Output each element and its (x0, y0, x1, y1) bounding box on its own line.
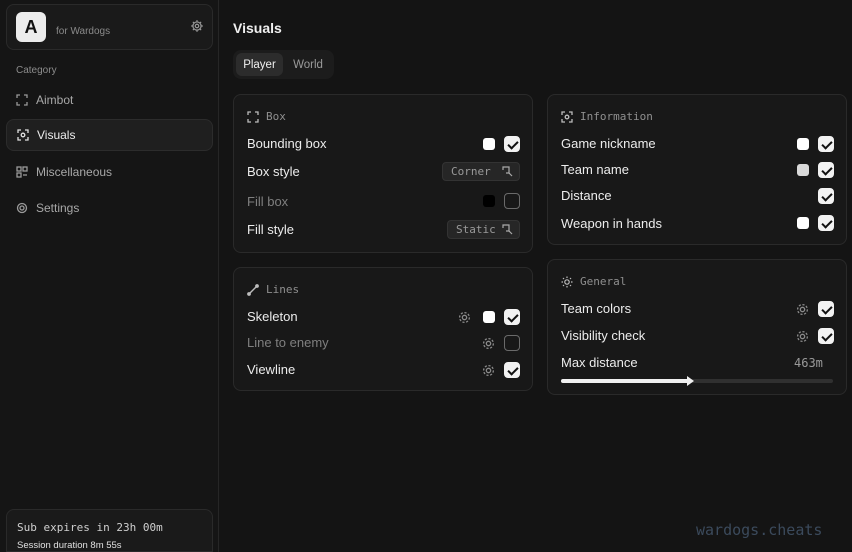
sidebar-item-visuals[interactable]: Visuals (6, 119, 213, 151)
visibility-check-label: Visibility check (561, 328, 646, 343)
gear-icon (16, 202, 28, 214)
select-value: Static (456, 223, 496, 236)
app-logo: A (16, 12, 46, 42)
color-swatch[interactable] (483, 311, 495, 323)
color-swatch[interactable] (483, 195, 495, 207)
fill-box-label: Fill box (247, 194, 289, 209)
game-nickname-checkbox[interactable] (818, 136, 834, 152)
card-title: Box (266, 110, 286, 123)
fill-box-checkbox[interactable] (504, 193, 520, 209)
card-header: Information (561, 110, 653, 123)
card-title: General (580, 275, 627, 288)
skeleton-checkbox[interactable] (504, 309, 520, 325)
color-swatch[interactable] (797, 138, 809, 150)
gear-icon[interactable] (190, 19, 204, 33)
brand-card: A for Wardogs (6, 4, 213, 50)
scan-eye-icon (17, 129, 29, 141)
bounding-box-checkbox[interactable] (504, 136, 520, 152)
sidebar-item-settings[interactable]: Settings (6, 192, 213, 224)
select-arrows-icon (502, 224, 513, 235)
box-card: Box Bounding box Box style Corner Fill b… (233, 94, 533, 253)
card-header: Box (247, 110, 286, 123)
line-to-enemy-checkbox[interactable] (504, 335, 520, 351)
information-card: Information Game nickname Team name Dist… (547, 94, 847, 245)
fill-style-select[interactable]: Static (447, 220, 520, 239)
watermark: wardogs.cheats (696, 521, 823, 539)
sidebar-item-label: Settings (36, 201, 80, 215)
gear-icon[interactable] (482, 364, 495, 377)
color-swatch[interactable] (483, 138, 495, 150)
sun-icon (561, 276, 573, 288)
tab-player[interactable]: Player (236, 53, 283, 76)
box-style-label: Box style (247, 164, 300, 179)
game-nickname-label: Game nickname (561, 136, 656, 151)
card-header: General (561, 275, 626, 288)
skeleton-label: Skeleton (247, 309, 298, 324)
subscription-card: Sub expires in 23h 00m Session duration … (6, 509, 213, 552)
max-distance-slider[interactable] (561, 376, 833, 386)
viewline-checkbox[interactable] (504, 362, 520, 378)
gear-icon[interactable] (796, 303, 809, 316)
subscription-expiry: Sub expires in 23h 00m (17, 521, 163, 534)
card-title: Information (580, 110, 653, 123)
max-distance-label: Max distance (561, 355, 638, 370)
weapon-in-hands-label: Weapon in hands (561, 216, 662, 231)
brand-subtitle: for Wardogs (56, 26, 111, 37)
line-icon (247, 283, 259, 296)
box-style-select[interactable]: Corner (442, 162, 520, 181)
sidebar: A for Wardogs Category Aimbot Visuals Mi… (0, 0, 219, 552)
sidebar-item-label: Miscellaneous (36, 165, 113, 179)
grid-icon (16, 166, 28, 178)
visibility-check-checkbox[interactable] (818, 328, 834, 344)
card-header: Lines (247, 283, 299, 296)
category-label: Category (16, 65, 57, 76)
team-colors-checkbox[interactable] (818, 301, 834, 317)
gear-icon[interactable] (796, 330, 809, 343)
team-name-label: Team name (561, 162, 629, 177)
team-name-checkbox[interactable] (818, 162, 834, 178)
select-arrows-icon (502, 166, 513, 177)
slider-handle[interactable] (687, 376, 694, 386)
color-swatch[interactable] (797, 164, 809, 176)
max-distance-value: 463m (794, 356, 823, 370)
distance-label: Distance (561, 188, 612, 203)
line-to-enemy-label: Line to enemy (247, 335, 329, 350)
sidebar-item-miscellaneous[interactable]: Miscellaneous (6, 156, 213, 188)
box-icon (247, 110, 259, 123)
bounding-box-label: Bounding box (247, 136, 327, 151)
slider-fill (561, 379, 689, 383)
fill-style-label: Fill style (247, 222, 294, 237)
sidebar-item-label: Visuals (37, 128, 76, 142)
gear-icon[interactable] (458, 311, 471, 324)
color-swatch[interactable] (797, 217, 809, 229)
general-card: General Team colors Visibility check Max… (547, 259, 847, 395)
gear-icon[interactable] (482, 337, 495, 350)
session-duration: Session duration 8m 55s (17, 540, 122, 551)
team-colors-label: Team colors (561, 301, 632, 316)
select-value: Corner (451, 165, 491, 178)
page-title: Visuals (233, 20, 282, 36)
viewline-label: Viewline (247, 362, 296, 377)
sidebar-item-label: Aimbot (36, 93, 74, 107)
scan-icon (561, 110, 573, 123)
tab-bar: Player World (233, 50, 334, 79)
sidebar-item-aimbot[interactable]: Aimbot (6, 84, 213, 116)
weapon-in-hands-checkbox[interactable] (818, 215, 834, 231)
distance-checkbox[interactable] (818, 188, 834, 204)
crosshair-icon (16, 94, 28, 106)
lines-card: Lines Skeleton Line to enemy Viewline (233, 267, 533, 391)
card-title: Lines (266, 283, 300, 296)
tab-world[interactable]: World (285, 53, 331, 76)
